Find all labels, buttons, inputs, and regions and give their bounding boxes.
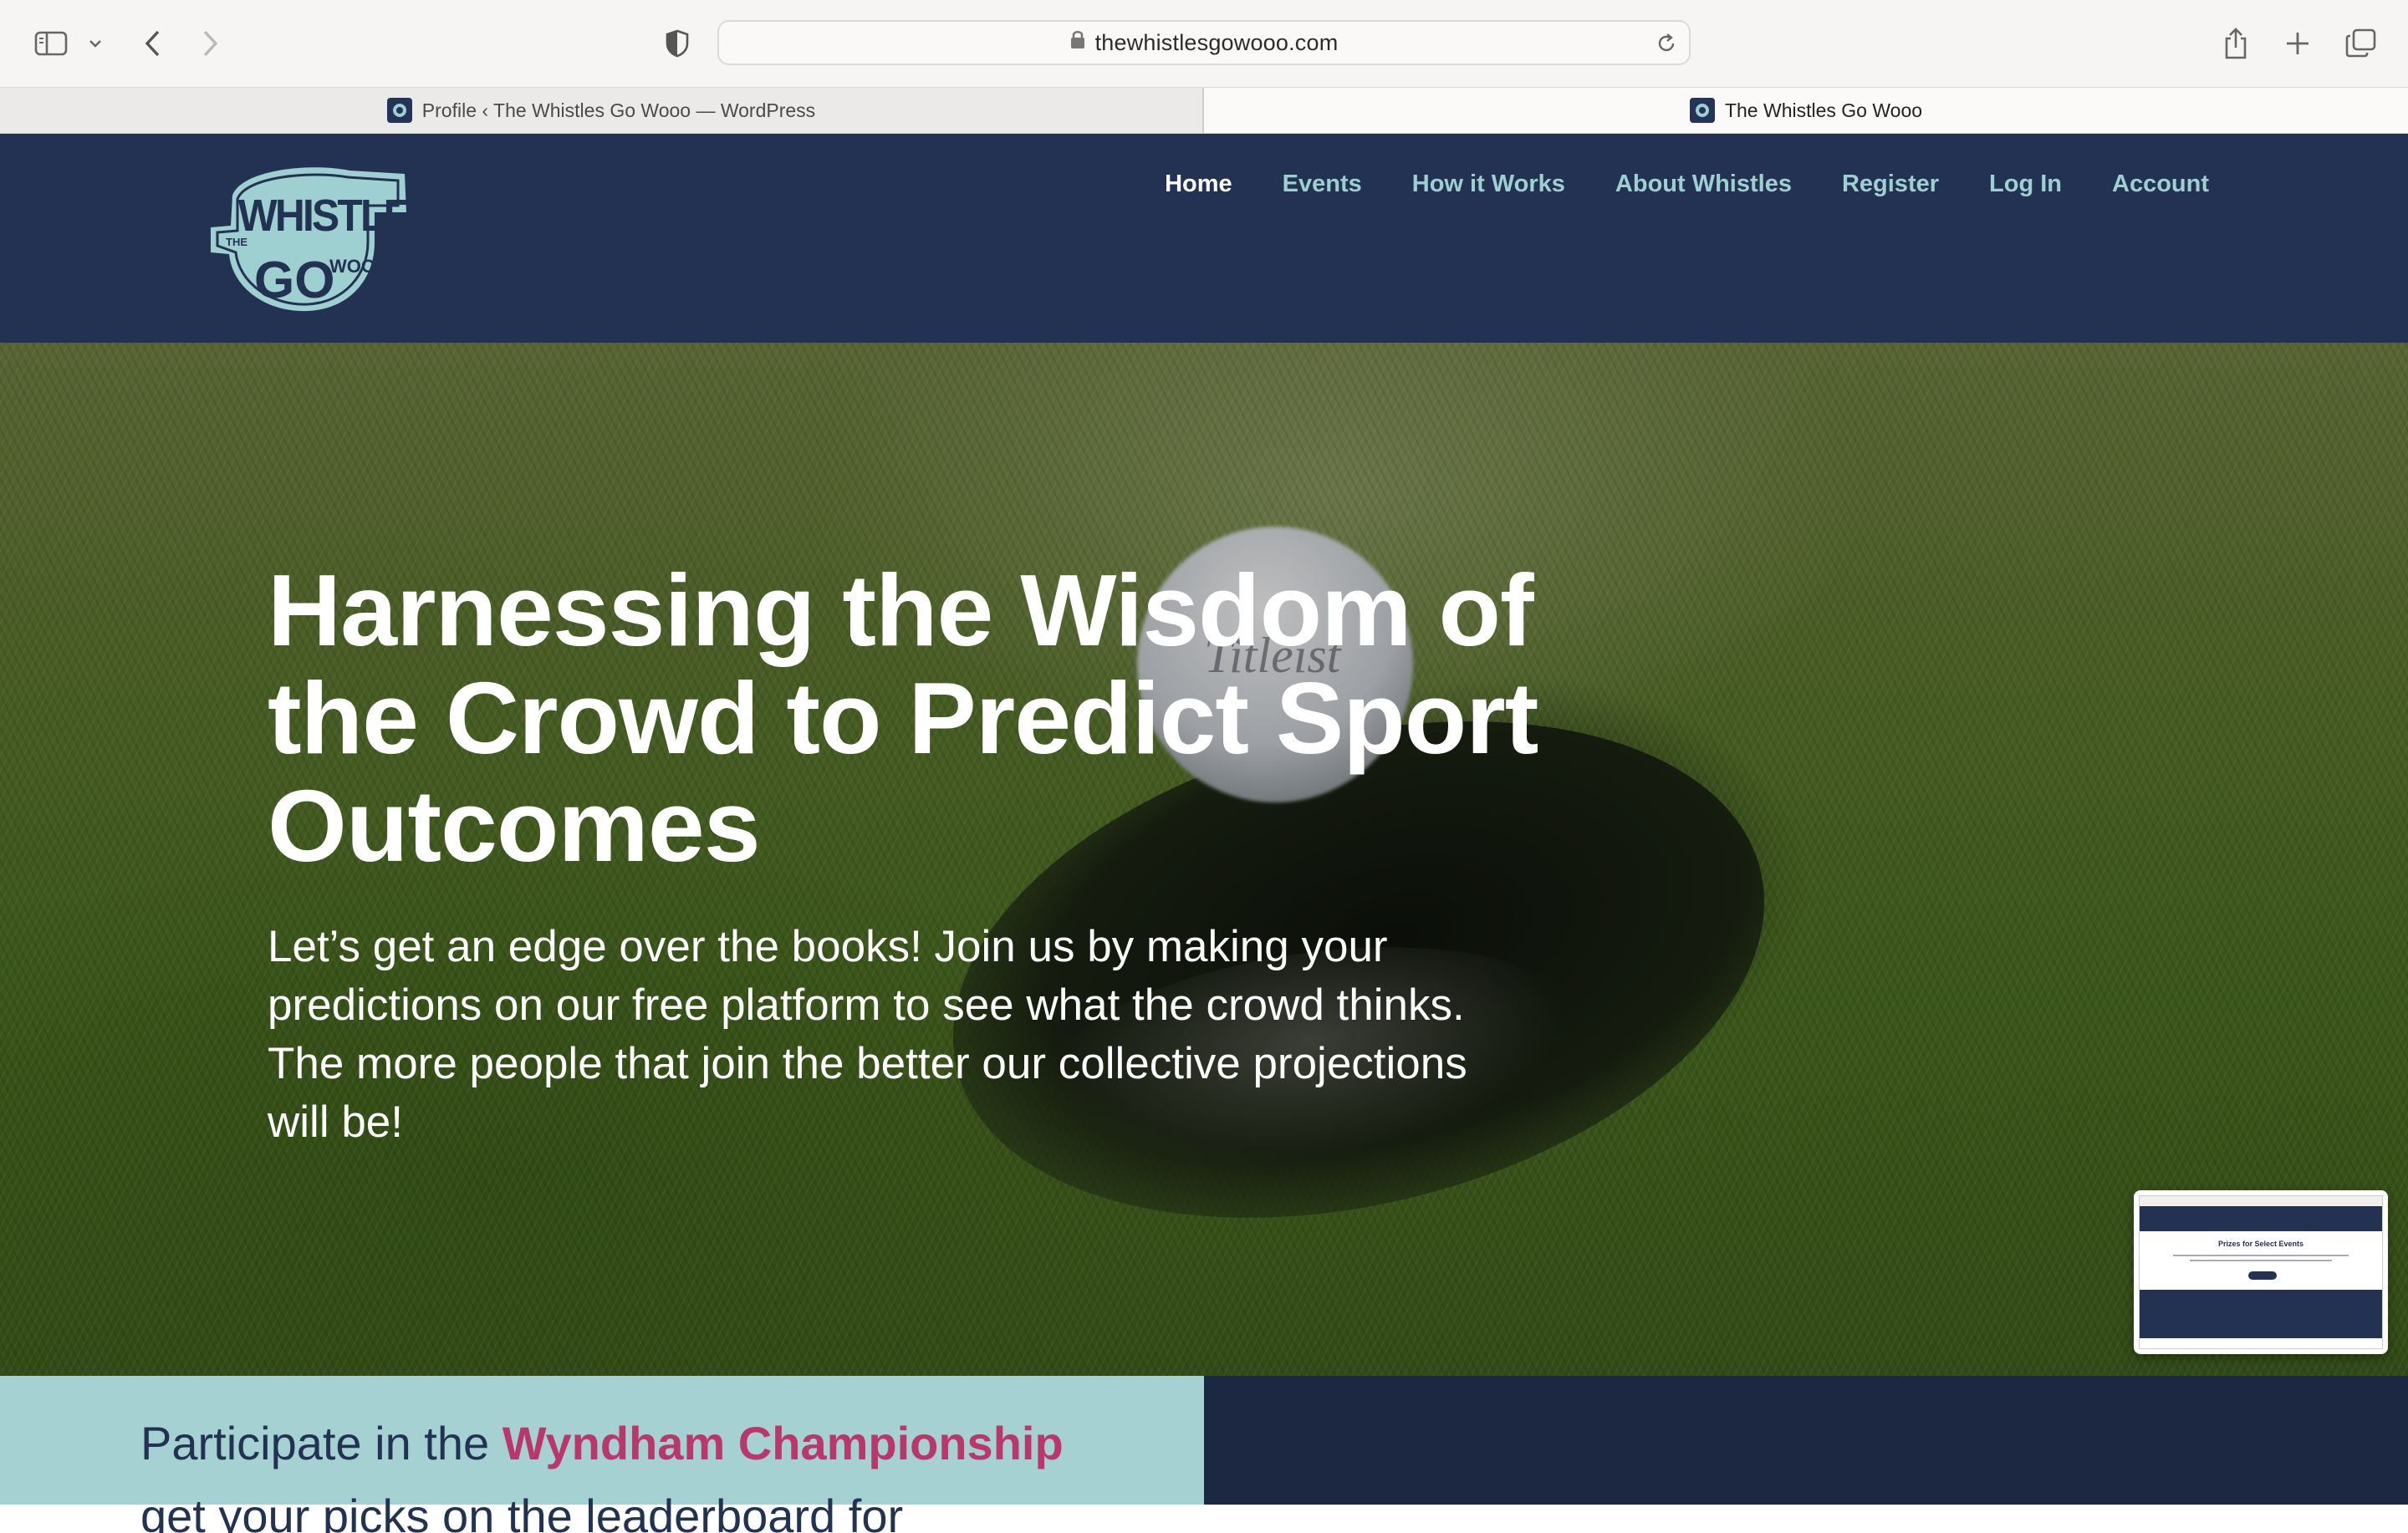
tab-wordpress-profile[interactable]: Profile ‹ The Whistles Go Wooo — WordPre… bbox=[0, 88, 1204, 133]
tab-bar: Profile ‹ The Whistles Go Wooo — WordPre… bbox=[0, 87, 2408, 134]
forward-icon[interactable] bbox=[197, 22, 224, 65]
tab-title: Profile ‹ The Whistles Go Wooo — WordPre… bbox=[421, 99, 816, 121]
url-text: thewhistlesgowooo.com bbox=[1094, 30, 1339, 55]
nav-about-whistles[interactable]: About Whistles bbox=[1615, 171, 1792, 198]
screenshot-thumbnail[interactable]: Prizes for Select Events bbox=[2134, 1190, 2388, 1354]
participate-heading: Participate in the Wyndham Championship bbox=[140, 1416, 1064, 1470]
reload-icon[interactable] bbox=[1656, 33, 1677, 59]
tab-title: The Whistles Go Wooo bbox=[1724, 99, 1923, 121]
lock-icon bbox=[1070, 21, 1085, 63]
nav-home[interactable]: Home bbox=[1165, 171, 1232, 198]
nav-account[interactable]: Account bbox=[2112, 171, 2209, 198]
new-tab-icon[interactable] bbox=[2283, 22, 2313, 65]
site-favicon-icon bbox=[1689, 98, 1715, 123]
svg-text:THE: THE bbox=[226, 236, 247, 248]
address-bar[interactable]: thewhistlesgowooo.com bbox=[717, 20, 1691, 65]
privacy-shield-icon[interactable] bbox=[662, 22, 692, 65]
thumbnail-nav bbox=[2140, 1206, 2382, 1231]
tab-overview-icon[interactable] bbox=[2344, 22, 2378, 65]
nav-events[interactable]: Events bbox=[1283, 171, 1362, 198]
site-favicon-icon bbox=[386, 98, 412, 123]
browser-toolbar: thewhistlesgowooo.com bbox=[0, 0, 2408, 87]
back-icon[interactable] bbox=[139, 22, 166, 65]
hero-description: Let’s get an edge over the books! Join u… bbox=[268, 922, 1467, 1147]
nav-how-it-works[interactable]: How it Works bbox=[1412, 171, 1565, 198]
hero-title: Harnessing the Wisdom of the Crowd to Pr… bbox=[268, 553, 1538, 883]
svg-text:GO: GO bbox=[254, 252, 334, 309]
thumbnail-footer bbox=[2140, 1290, 2382, 1338]
thumbnail-preview: Prizes for Select Events bbox=[2139, 1195, 2383, 1349]
participate-panel: Participate in the Wyndham Championship … bbox=[0, 1376, 1204, 1533]
thumbnail-text-line bbox=[2190, 1260, 2332, 1261]
participate-continuation: get your picks on the leaderboard for bbox=[140, 1490, 904, 1533]
nav-log-in[interactable]: Log In bbox=[1989, 171, 2062, 198]
nav-register[interactable]: Register bbox=[1842, 171, 1939, 198]
site-logo[interactable]: WHISTLES THE GO WOOO bbox=[207, 162, 437, 314]
dark-panel bbox=[1204, 1376, 2408, 1505]
share-icon[interactable] bbox=[2221, 22, 2251, 65]
svg-text:WHISTLES: WHISTLES bbox=[238, 190, 421, 240]
event-name-link[interactable]: Wyndham Championship bbox=[503, 1417, 1064, 1469]
thumbnail-title: Prizes for Select Events bbox=[2217, 1240, 2304, 1248]
sidebar-icon[interactable] bbox=[32, 22, 70, 65]
participate-prefix: Participate in the bbox=[140, 1417, 503, 1469]
chevron-down-icon[interactable] bbox=[87, 22, 104, 65]
site-header: WHISTLES THE GO WOOO Home Events How it … bbox=[0, 134, 2408, 343]
main-nav: Home Events How it Works About Whistles … bbox=[1115, 159, 2209, 209]
svg-text:WOOO: WOOO bbox=[329, 256, 390, 277]
thumbnail-button bbox=[2248, 1271, 2277, 1280]
thumbnail-chrome bbox=[2140, 1196, 2382, 1206]
thumbnail-text-line bbox=[2173, 1255, 2349, 1256]
hero-section: Titleist Harnessing the Wisdom of the Cr… bbox=[0, 343, 2408, 1376]
tab-whistles-home[interactable]: The Whistles Go Wooo bbox=[1204, 88, 2408, 133]
